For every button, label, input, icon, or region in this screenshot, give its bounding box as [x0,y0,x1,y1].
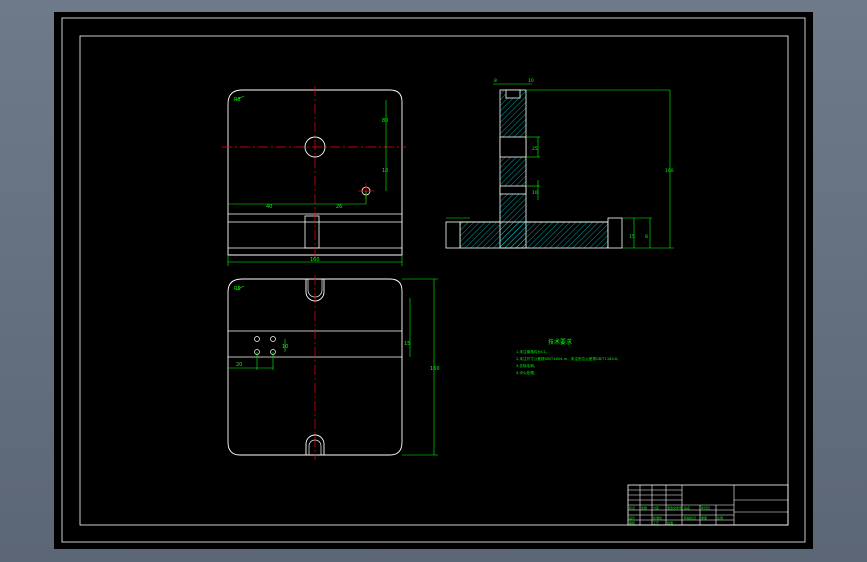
title-cell-10: 工艺 [653,520,659,525]
side-dim-step: 15 [629,234,635,240]
notes-title: 技术要求 [548,338,572,346]
side-hole-2 [499,185,527,195]
title-cell-9: 审核 [629,520,635,525]
side-right-step [607,217,623,249]
top-dim-vertical-2: 10 [382,168,388,174]
top-dim-vertical: 80 [382,118,388,124]
title-cell-14: 比例 [717,515,723,520]
drawing-sheet [54,12,813,549]
notes-line-2: 2.未注尺寸公差按GB/T1804-m，未注形位公差按GB/T1184-K。 [516,356,621,361]
side-top-slot [505,89,521,99]
side-hole-1 [499,136,527,158]
title-cell-2: 处数 [641,505,647,510]
notes-line-1: 1.未注倒角均为C1。 [516,349,549,354]
side-dim-hole-1: 25 [532,146,538,152]
bottom-dim-hole-offset: 20 [236,362,242,368]
top-dim-width: 160 [310,257,320,263]
side-base [459,221,609,249]
side-left-step [445,221,461,249]
title-cell-11: 批准 [667,520,673,525]
title-cell-13: 重量 [701,515,707,520]
side-dim-slot-left: 8 [494,78,497,84]
bottom-dim-hole-pitch: 10 [282,344,288,350]
notes-line-4: 4.淬火处理。 [516,370,537,375]
notes-line-3: 3.去除毛刺。 [516,363,537,368]
bottom-dim-radius: R5 [234,286,241,292]
title-cell-6: 年月日 [701,505,710,510]
title-cell-12: 阶段标记 [684,515,696,520]
top-dim-left-offset: 40 [266,204,272,210]
side-dim-slot-right: 10 [528,78,534,84]
top-dim-radius: R5 [234,97,241,103]
cad-drawing-canvas: R5 80 10 40 26 160 8 10 25 10 160 15 8 R… [54,12,813,549]
side-dim-hole-2: 10 [532,190,538,196]
title-cell-8: 标准化 [653,515,662,520]
side-dim-height: 160 [665,168,674,174]
top-dim-hole-offset: 26 [336,204,342,210]
title-cell-4: 更改文件号 [667,505,682,510]
bottom-dim-height: 160 [430,366,440,372]
bottom-dim-band: 15 [404,341,410,347]
title-cell-7: 设计 [629,515,635,520]
title-cell-3: 分区 [653,505,659,510]
side-dim-base: 8 [645,234,648,240]
title-cell-1: 标记 [629,505,635,510]
title-cell-5: 签名 [684,505,690,510]
